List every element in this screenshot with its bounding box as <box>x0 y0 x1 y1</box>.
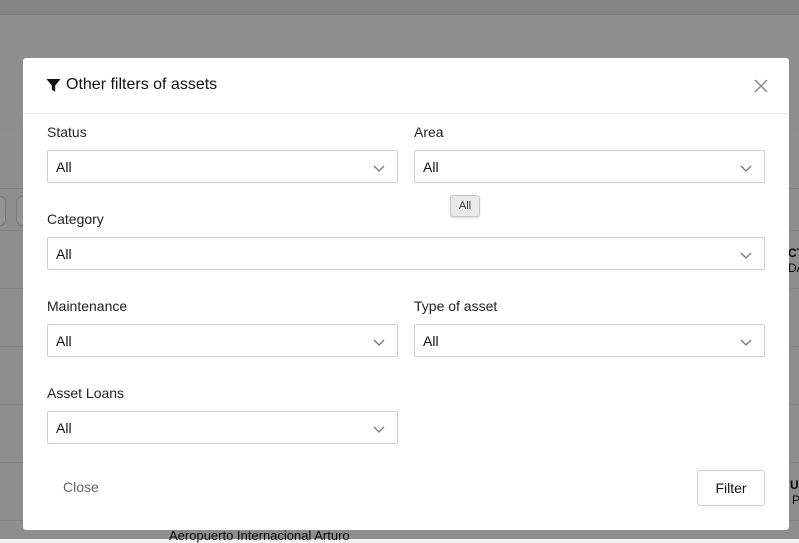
chevron-down-icon <box>740 339 752 346</box>
asset-loans-select-value: All <box>56 420 72 436</box>
maintenance-select-value: All <box>56 333 72 349</box>
chevron-down-icon <box>373 165 385 172</box>
chevron-down-icon <box>740 252 752 259</box>
category-select-value: All <box>56 246 72 262</box>
close-button[interactable]: Close <box>63 479 99 495</box>
maintenance-label: Maintenance <box>47 298 128 314</box>
type-of-asset-select[interactable]: All <box>414 324 765 357</box>
chevron-down-icon <box>373 426 385 433</box>
filter-icon <box>46 78 61 92</box>
area-select-value: All <box>423 159 439 175</box>
type-of-asset-label: Type of asset <box>414 298 498 314</box>
filters-modal: Other filters of assets Status All Area … <box>23 58 789 530</box>
area-tooltip: All <box>450 195 480 217</box>
area-label: Area <box>414 124 444 140</box>
category-select[interactable]: All <box>47 237 765 270</box>
area-select[interactable]: All <box>414 150 765 183</box>
asset-loans-label: Asset Loans <box>47 385 125 401</box>
asset-loans-select[interactable]: All <box>47 411 398 444</box>
maintenance-select[interactable]: All <box>47 324 398 357</box>
filter-button[interactable]: Filter <box>697 470 765 506</box>
status-label: Status <box>47 124 87 140</box>
modal-title: Other filters of assets <box>46 76 217 94</box>
modal-header: Other filters of assets <box>23 58 789 114</box>
chevron-down-icon <box>740 165 752 172</box>
modal-title-text: Other filters of assets <box>66 76 218 93</box>
chevron-down-icon <box>373 339 385 346</box>
status-select-value: All <box>56 159 72 175</box>
category-label: Category <box>47 211 104 227</box>
close-icon[interactable] <box>753 78 769 94</box>
type-of-asset-select-value: All <box>423 333 439 349</box>
status-select[interactable]: All <box>47 150 398 183</box>
